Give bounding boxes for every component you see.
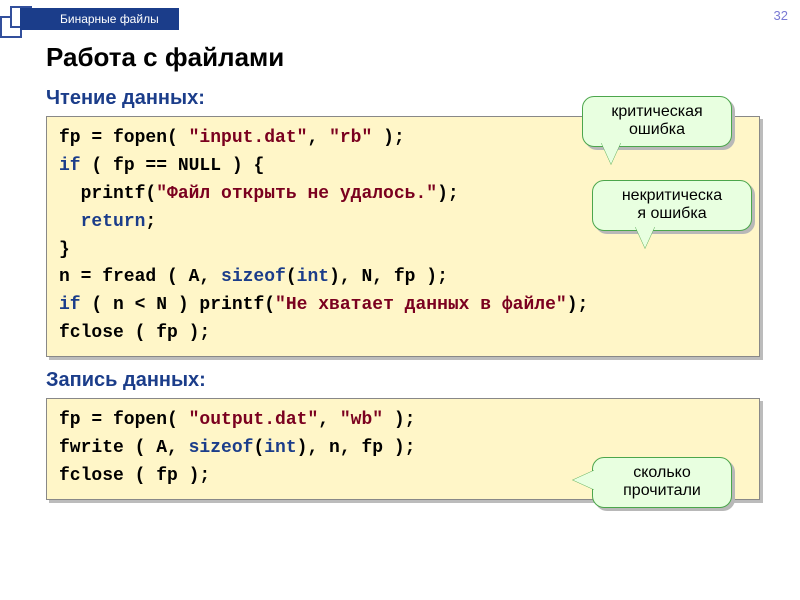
code-text: ( fp == NULL ) { [81,156,265,176]
code-text [59,212,81,232]
code-keyword: sizeof [189,438,254,458]
code-text: ( [253,438,264,458]
code-text: ); [567,295,589,315]
callout-noncritical-error: некритическа я ошибка [592,180,752,231]
callout-text: критическая ошибка [611,103,702,138]
code-text: fp = fopen( [59,410,189,430]
code-string: "wb" [340,410,383,430]
code-keyword: if [59,295,81,315]
code-string: "rb" [329,128,372,148]
code-string: "input.dat" [189,128,308,148]
code-text: ( n < N ) printf( [81,295,275,315]
callout-critical-error: критическая ошибка [582,96,732,147]
code-text: ); [372,128,404,148]
code-string: "Не хватает данных в файле" [275,295,567,315]
code-keyword: sizeof [221,267,286,287]
code-string: "output.dat" [189,410,319,430]
code-text: fwrite ( A, [59,438,189,458]
slide-section-tab: Бинарные файлы [20,8,179,30]
slide-header: Бинарные файлы 32 [0,0,800,32]
callout-how-many-read: сколько прочитали [592,457,732,508]
code-string: "Файл открыть не удалось." [156,184,437,204]
callout-text: сколько прочитали [623,464,701,499]
code-text: ); [383,410,415,430]
code-text: ); [437,184,459,204]
code-text: printf( [59,184,156,204]
code-keyword: if [59,156,81,176]
code-block-read: fp = fopen( "input.dat", "rb" ); if ( fp… [46,116,760,357]
code-text: fp = fopen( [59,128,189,148]
code-text: ), n, fp ); [297,438,416,458]
code-type: int [264,438,296,458]
code-text: ; [145,212,156,232]
callout-text: некритическа я ошибка [622,187,722,222]
code-text: , [318,410,340,430]
page-title: Работа с файлами [46,42,760,73]
code-text: } [59,240,70,260]
code-text: fclose ( fp ); [59,323,210,343]
code-text: n = fread ( A, [59,267,221,287]
slide-content: Работа с файлами Чтение данных: fp = fop… [0,32,800,522]
code-text: fclose ( fp ); [59,466,210,486]
section-heading-write: Запись данных: [46,369,760,392]
code-keyword: return [81,212,146,232]
page-number: 32 [774,8,788,23]
code-block-write: fp = fopen( "output.dat", "wb" ); fwrite… [46,398,760,500]
code-type: int [297,267,329,287]
code-text: ( [286,267,297,287]
code-text: , [307,128,329,148]
code-text: ), N, fp ); [329,267,448,287]
